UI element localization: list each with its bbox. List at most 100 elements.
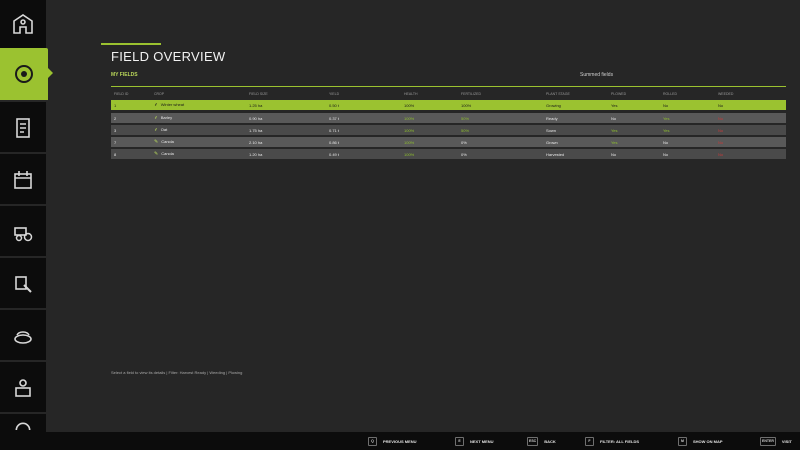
fertilized: 0% xyxy=(461,139,467,145)
column-header[interactable]: YIELD xyxy=(326,92,401,96)
column-header[interactable]: FERTILIZED xyxy=(458,92,543,96)
calendar-icon xyxy=(14,171,32,189)
plant-stage: Grown xyxy=(546,139,558,145)
sidebar xyxy=(0,0,53,432)
sidebar-item-workers[interactable] xyxy=(0,364,46,414)
table-header-rule xyxy=(111,86,786,87)
back-button[interactable]: ESC BACK xyxy=(527,436,556,446)
field-size: 1.75 ha xyxy=(249,127,263,133)
previous-menu-button[interactable]: Q PREVIOUS MENU xyxy=(368,436,417,446)
plant-stage: Ready xyxy=(546,115,558,121)
column-header[interactable]: HEALTH xyxy=(401,92,458,96)
sidebar-item-farm[interactable] xyxy=(0,0,46,50)
table-row[interactable]: 7 ✎ Canola 2.10 ha 0.86 t 100% 0% Grown Y… xyxy=(111,137,786,147)
crop-cell: ⸙ Barley xyxy=(151,115,246,121)
column-header[interactable]: ROLLED xyxy=(660,92,715,96)
field-target-icon xyxy=(15,65,33,83)
document-icon xyxy=(16,118,30,138)
crop-cell: ✎ Canola xyxy=(151,151,246,157)
canola-icon: ✎ xyxy=(154,139,159,145)
crop-name: Winter wheat xyxy=(160,102,185,107)
weeded: No xyxy=(718,102,724,108)
crop-cell: ⸙ Oat xyxy=(151,127,246,133)
key-badge: F xyxy=(585,436,594,446)
footnote: Select a field to view its details | Fil… xyxy=(111,370,243,375)
hint-label: VISIT xyxy=(781,438,792,444)
sidebar-item-help[interactable] xyxy=(0,416,46,432)
yield: 0.86 t xyxy=(329,139,340,145)
sidebar-item-fields[interactable] xyxy=(0,48,53,102)
field-id: 3 xyxy=(114,127,117,133)
health: 100% xyxy=(404,151,415,157)
field-size: 0.90 ha xyxy=(249,115,263,121)
rolled: No xyxy=(663,102,669,108)
title-accent-bar xyxy=(101,43,161,45)
show-on-map-button[interactable]: M SHOW ON MAP xyxy=(678,436,723,446)
table-row[interactable]: 2 ⸙ Barley 0.90 ha 0.37 t 100% 50% Ready … xyxy=(111,113,786,123)
plowed: Yes xyxy=(611,127,618,133)
machinery-icon xyxy=(14,227,33,242)
visit-button[interactable]: ENTER VISIT xyxy=(760,436,792,446)
sidebar-item-calendar[interactable] xyxy=(0,156,46,206)
key-badge: ENTER xyxy=(760,436,776,446)
health: 100% xyxy=(404,139,415,145)
crop-cell: ✎ Canola xyxy=(151,139,246,145)
field-id: 2 xyxy=(114,115,117,121)
fertilized: 50% xyxy=(461,115,470,121)
yield: 0.49 t xyxy=(329,151,340,157)
plowed: Yes xyxy=(611,102,618,108)
column-header[interactable]: PLANT STAGE xyxy=(543,92,608,96)
sidebar-item-production[interactable] xyxy=(0,260,46,310)
sidebar-item-animals[interactable] xyxy=(0,312,46,362)
plowed: Yes xyxy=(611,139,618,145)
health: 100% xyxy=(404,102,415,108)
sidebar-item-vehicles[interactable] xyxy=(0,208,46,258)
rolled: Yes xyxy=(663,115,670,121)
key-badge: E xyxy=(455,436,464,446)
summary-text: Summed fields xyxy=(580,72,614,78)
yield: 0.71 t xyxy=(329,127,340,133)
hint-label: BACK xyxy=(544,438,556,444)
next-menu-button[interactable]: E NEXT MENU xyxy=(455,436,494,446)
plant-stage: Growing xyxy=(546,102,561,108)
crop-name: Oat xyxy=(160,127,168,132)
fertilized: 100% xyxy=(461,102,472,108)
column-header[interactable]: FIELD ID xyxy=(111,92,151,96)
crop-cell: ⸙ Winter wheat xyxy=(151,102,246,108)
weeded: No xyxy=(718,127,724,133)
hint-label: NEXT MENU xyxy=(470,438,494,444)
canola-icon: ✎ xyxy=(154,151,159,157)
field-size: 1.20 ha xyxy=(249,151,263,157)
health: 100% xyxy=(404,127,415,133)
table-row[interactable]: 8 ✎ Canola 1.20 ha 0.49 t 100% 0% Harvest… xyxy=(111,149,786,159)
column-header[interactable]: PLOWED xyxy=(608,92,660,96)
column-header[interactable]: CROP xyxy=(151,92,246,96)
hint-label: PREVIOUS MENU xyxy=(383,438,417,444)
hint-label: FILTER: ALL FIELDS xyxy=(600,438,640,444)
table-header: FIELD ID CROP FIELD SIZE YIELD HEALTH FE… xyxy=(111,88,786,99)
column-header[interactable]: WEEDED xyxy=(715,92,786,96)
crop-name: Barley xyxy=(160,115,173,120)
weeded: No xyxy=(718,139,724,145)
weeded: No xyxy=(718,151,724,157)
table-row[interactable]: 1 ⸙ Winter wheat 1.25 ha 0.50 t 100% 100%… xyxy=(111,100,786,110)
key-badge: Q xyxy=(368,436,377,446)
table-row[interactable]: 3 ⸙ Oat 1.75 ha 0.71 t 100% 50% Sown Yes … xyxy=(111,125,786,135)
key-badge: ESC xyxy=(527,436,539,446)
sidebar-item-contracts[interactable] xyxy=(0,104,46,154)
column-header[interactable]: FIELD SIZE xyxy=(246,92,326,96)
crop-name: Canola xyxy=(161,139,174,144)
wheat-icon: ⸙ xyxy=(154,102,158,108)
health: 100% xyxy=(404,115,415,121)
rolled: No xyxy=(663,139,669,145)
field-size: 2.10 ha xyxy=(249,139,263,145)
barley-icon: ⸙ xyxy=(154,115,158,121)
section-label: MY FIELDS xyxy=(111,72,138,78)
tools-icon xyxy=(15,276,32,293)
field-id: 7 xyxy=(114,139,117,145)
filter-button[interactable]: F FILTER: ALL FIELDS xyxy=(585,436,639,446)
field-id: 8 xyxy=(114,151,117,157)
weeded: No xyxy=(718,115,724,121)
plowed: No xyxy=(611,151,617,157)
plant-stage: Harvested xyxy=(546,151,565,157)
